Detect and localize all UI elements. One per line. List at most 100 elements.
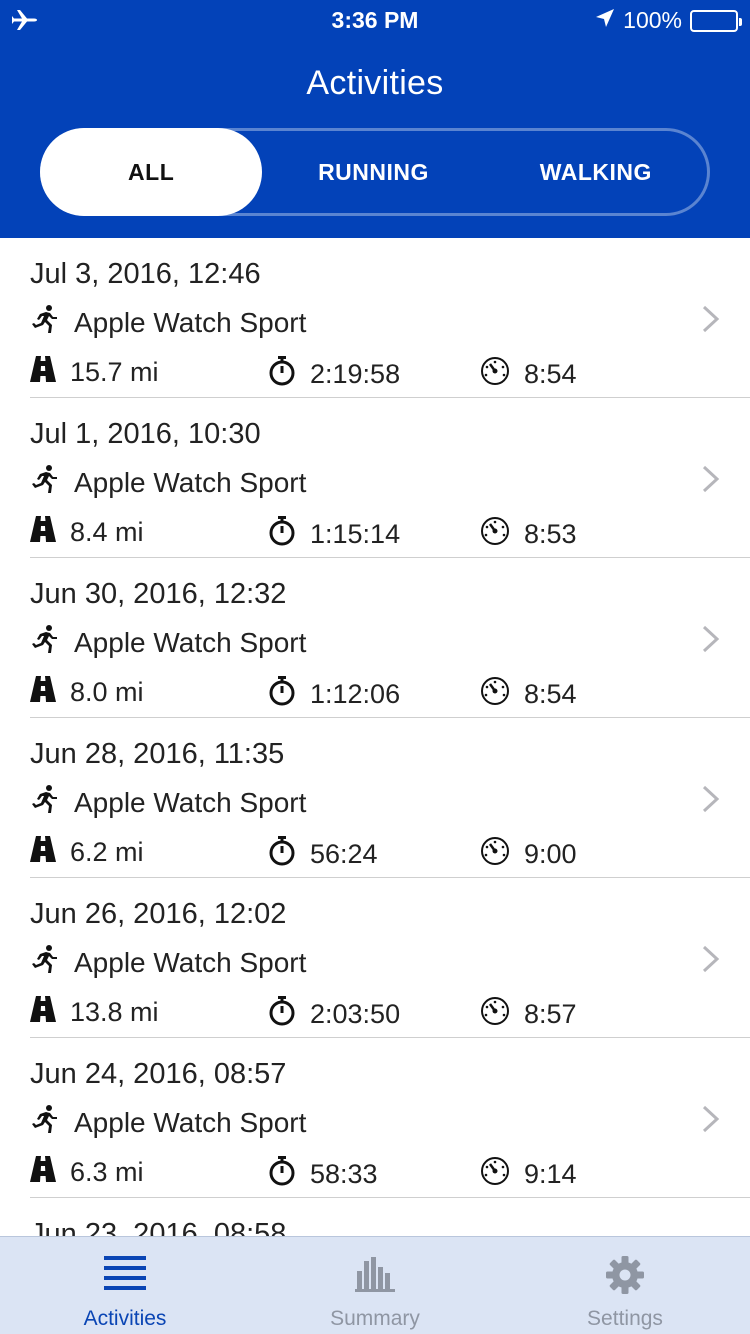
distance-value: 8.4 mi xyxy=(70,517,144,547)
pace-value: 8:57 xyxy=(524,999,577,1029)
device-name: Apple Watch Sport xyxy=(74,466,307,498)
pace-stat: 8:53 xyxy=(480,516,577,553)
list-item[interactable]: Jun 24, 2016, 08:57 Apple Watch Sport 6.… xyxy=(0,1038,750,1198)
duration-stat: 2:19:58 xyxy=(268,356,400,393)
gauge-icon xyxy=(480,1156,510,1193)
runner-icon xyxy=(30,944,60,981)
activity-stats: 8.4 mi 1:15:14 8:53 xyxy=(30,516,630,552)
activity-date: Jun 26, 2016, 12:02 xyxy=(30,898,287,930)
list-item[interactable]: Jun 26, 2016, 12:02 Apple Watch Sport 13… xyxy=(0,878,750,1038)
list-item[interactable]: Jun 28, 2016, 11:35 Apple Watch Sport 6.… xyxy=(0,718,750,878)
chevron-right-icon xyxy=(700,464,722,494)
activity-date: Jun 24, 2016, 08:57 xyxy=(30,1058,287,1090)
duration-stat: 58:33 xyxy=(268,1156,378,1193)
activity-stats: 8.0 mi 1:12:06 8:54 xyxy=(30,676,630,712)
road-icon xyxy=(30,1156,56,1189)
duration-stat: 1:12:06 xyxy=(268,676,400,713)
distance-value: 15.7 mi xyxy=(70,357,159,387)
distance-value: 6.3 mi xyxy=(70,1157,144,1187)
tab-settings[interactable]: Settings xyxy=(500,1237,750,1334)
road-icon xyxy=(30,356,56,389)
pace-value: 8:53 xyxy=(524,519,577,549)
tab-activities-label: Activities xyxy=(83,1307,167,1330)
tab-summary-label: Summary xyxy=(330,1307,420,1330)
stopwatch-icon xyxy=(268,356,296,393)
device-name: Apple Watch Sport xyxy=(74,626,307,658)
duration-stat: 2:03:50 xyxy=(268,996,400,1033)
stopwatch-icon xyxy=(268,676,296,713)
list-item-partial[interactable]: Jun 23, 2016, 08:58 xyxy=(0,1198,750,1236)
activity-type-segmented-control: ALL RUNNING WALKING xyxy=(40,128,710,216)
pace-stat: 9:00 xyxy=(480,836,577,873)
activities-list[interactable]: Jul 3, 2016, 12:46 Apple Watch Sport 15.… xyxy=(0,238,750,1236)
bar-chart-icon xyxy=(355,1257,395,1292)
activity-stats: 6.3 mi 58:33 9:14 xyxy=(30,1156,630,1192)
distance-stat: 6.3 mi xyxy=(30,1156,144,1189)
header: 3:36 PM 100% Activities ALL RUNNING WALK… xyxy=(0,0,750,238)
distance-stat: 8.0 mi xyxy=(30,676,144,709)
stopwatch-icon xyxy=(268,836,296,873)
tab-activities[interactable]: Activities xyxy=(0,1237,250,1334)
road-icon xyxy=(30,516,56,549)
list-item[interactable]: Jun 30, 2016, 12:32 Apple Watch Sport 8.… xyxy=(0,558,750,718)
battery-icon xyxy=(690,9,742,32)
activity-date: Jun 23, 2016, 08:58 xyxy=(30,1218,287,1236)
distance-stat: 8.4 mi xyxy=(30,516,144,549)
stopwatch-icon xyxy=(268,516,296,553)
duration-value: 2:19:58 xyxy=(310,359,401,389)
duration-value: 58:33 xyxy=(310,1159,378,1189)
battery-percent: 100% xyxy=(623,7,682,33)
activity-device: Apple Watch Sport xyxy=(30,304,306,341)
chevron-right-icon xyxy=(700,304,722,334)
distance-value: 6.2 mi xyxy=(70,837,144,867)
segment-running[interactable]: RUNNING xyxy=(262,131,484,213)
road-icon xyxy=(30,676,56,709)
activity-device: Apple Watch Sport xyxy=(30,784,306,821)
tab-bar: Activities Summary Settings xyxy=(0,1236,750,1334)
distance-stat: 15.7 mi xyxy=(30,356,159,389)
device-name: Apple Watch Sport xyxy=(74,946,307,978)
pace-value: 9:14 xyxy=(524,1159,577,1189)
segment-all[interactable]: ALL xyxy=(40,128,263,216)
device-name: Apple Watch Sport xyxy=(74,306,307,338)
status-right: 100% xyxy=(595,7,742,34)
tab-settings-label: Settings xyxy=(587,1307,663,1330)
pace-stat: 9:14 xyxy=(480,1156,577,1193)
gear-icon xyxy=(606,1256,644,1294)
chevron-right-icon xyxy=(700,624,722,654)
activity-date: Jul 3, 2016, 12:46 xyxy=(30,258,261,290)
activity-stats: 15.7 mi 2:19:58 8:54 xyxy=(30,356,630,392)
gauge-icon xyxy=(480,356,510,393)
device-name: Apple Watch Sport xyxy=(74,1106,307,1138)
chevron-right-icon xyxy=(700,1104,722,1134)
list-item[interactable]: Jul 1, 2016, 10:30 Apple Watch Sport 8.4… xyxy=(0,398,750,558)
activity-device: Apple Watch Sport xyxy=(30,624,306,661)
page-title: Activities xyxy=(306,64,444,102)
list-icon xyxy=(104,1256,146,1290)
device-name: Apple Watch Sport xyxy=(74,786,307,818)
gauge-icon xyxy=(480,996,510,1033)
distance-value: 8.0 mi xyxy=(70,677,144,707)
runner-icon xyxy=(30,784,60,821)
duration-value: 56:24 xyxy=(310,839,378,869)
duration-value: 1:15:14 xyxy=(310,519,401,549)
location-arrow-icon xyxy=(595,7,615,34)
activity-device: Apple Watch Sport xyxy=(30,464,306,501)
gauge-icon xyxy=(480,516,510,553)
activity-date: Jun 28, 2016, 11:35 xyxy=(30,738,285,770)
activity-device: Apple Watch Sport xyxy=(30,944,306,981)
activity-device: Apple Watch Sport xyxy=(30,1104,306,1141)
activity-date: Jun 30, 2016, 12:32 xyxy=(30,578,287,610)
road-icon xyxy=(30,996,56,1029)
chevron-right-icon xyxy=(700,784,722,814)
pace-value: 8:54 xyxy=(524,679,577,709)
runner-icon xyxy=(30,304,60,341)
tab-summary[interactable]: Summary xyxy=(250,1237,500,1334)
duration-value: 2:03:50 xyxy=(310,999,401,1029)
activity-stats: 13.8 mi 2:03:50 8:57 xyxy=(30,996,630,1032)
gauge-icon xyxy=(480,836,510,873)
list-item[interactable]: Jul 3, 2016, 12:46 Apple Watch Sport 15.… xyxy=(0,238,750,398)
segment-walking[interactable]: WALKING xyxy=(485,131,707,213)
activity-date: Jul 1, 2016, 10:30 xyxy=(30,418,261,450)
duration-stat: 56:24 xyxy=(268,836,378,873)
